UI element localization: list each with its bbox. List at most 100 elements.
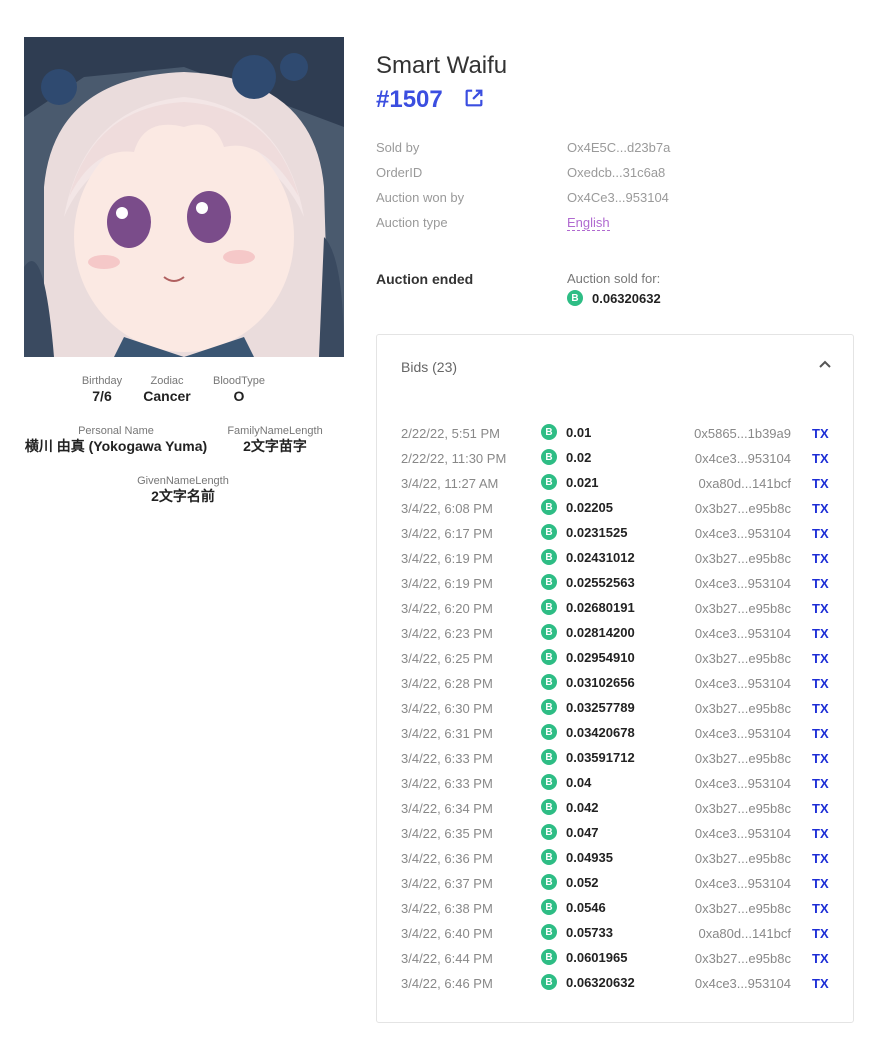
attr-zodiac-label: Zodiac	[150, 375, 184, 387]
attr-blood-type-label: BloodType	[213, 375, 265, 387]
attr-personal-name-label: Personal Name	[78, 425, 154, 437]
nft-name: Smart Waifu	[376, 52, 508, 79]
bid-amount-value: 0.05733	[566, 924, 613, 940]
attr-family-name-length-value: 2文字苗字	[243, 438, 307, 454]
auction-won-by-label: Auction won by	[376, 190, 465, 205]
coin-icon: B	[541, 599, 557, 615]
auction-type-label: Auction type	[376, 215, 448, 230]
sold-for-amount: 0.06320632	[592, 290, 661, 306]
tx-link[interactable]: TX	[812, 651, 829, 666]
tx-link[interactable]: TX	[812, 751, 829, 766]
tx-link[interactable]: TX	[812, 801, 829, 816]
tx-link[interactable]: TX	[812, 501, 829, 516]
bidder-address: 0x4ce3...953104	[694, 726, 791, 741]
bid-row: 3/4/22, 6:34 PM B 0.042 0x3b27...e95b8c TX	[377, 797, 853, 822]
tx-link[interactable]: TX	[812, 426, 829, 441]
nft-portrait-image	[24, 37, 344, 357]
external-link-icon[interactable]	[463, 87, 485, 109]
tx-link[interactable]: TX	[812, 476, 829, 491]
coin-icon: B	[541, 899, 557, 915]
bid-amount: B 0.02552563	[541, 574, 635, 590]
bid-date: 3/4/22, 11:27 AM	[401, 476, 499, 491]
bids-header[interactable]: Bids (23)	[401, 359, 457, 375]
tx-link[interactable]: TX	[812, 451, 829, 466]
bid-amount: B 0.0231525	[541, 524, 627, 540]
bid-date: 2/22/22, 11:30 PM	[401, 451, 507, 466]
coin-icon: B	[541, 799, 557, 815]
bid-amount-value: 0.03591712	[566, 749, 635, 765]
bid-row: 3/4/22, 6:25 PM B 0.02954910 0x3b27...e95b8…	[377, 647, 853, 672]
bidder-address: 0x4ce3...953104	[694, 526, 791, 541]
bid-amount: B 0.03257789	[541, 699, 635, 715]
tx-link[interactable]: TX	[812, 601, 829, 616]
coin-icon: B	[541, 549, 557, 565]
bid-amount: B 0.02954910	[541, 649, 635, 665]
attr-given-name-length: GivenNameLength 2文字名前	[128, 475, 238, 504]
coin-icon: B	[541, 449, 557, 465]
chevron-up-icon[interactable]	[817, 357, 833, 373]
attr-birthday-label: Birthday	[81, 375, 123, 387]
bidder-address: 0x3b27...e95b8c	[694, 751, 791, 766]
bid-amount: B 0.042	[541, 799, 599, 815]
bidder-address: 0x3b27...e95b8c	[694, 901, 791, 916]
bid-date: 3/4/22, 6:36 PM	[401, 851, 493, 866]
coin-icon: B	[541, 699, 557, 715]
bid-row: 2/22/22, 5:51 PM B 0.01 0x5865...1b39a9 TX	[377, 422, 853, 447]
bid-row: 3/4/22, 6:17 PM B 0.0231525 0x4ce3...953104…	[377, 522, 853, 547]
tx-link[interactable]: TX	[812, 926, 829, 941]
sold-by-value: Ox4E5C...d23b7a	[567, 140, 671, 155]
bid-amount: B 0.06320632	[541, 974, 635, 990]
bid-row: 3/4/22, 6:37 PM B 0.052 0x4ce3...953104 TX	[377, 872, 853, 897]
attr-family-name-length-label: FamilyNameLength	[227, 425, 323, 437]
bid-amount-value: 0.03420678	[566, 724, 635, 740]
tx-link[interactable]: TX	[812, 951, 829, 966]
bid-amount: B 0.02	[541, 449, 591, 465]
tx-link[interactable]: TX	[812, 776, 829, 791]
tx-link[interactable]: TX	[812, 626, 829, 641]
bid-amount-value: 0.021	[566, 474, 599, 490]
bidder-address: 0x4ce3...953104	[694, 676, 791, 691]
coin-icon: B	[541, 524, 557, 540]
sold-for-price: B 0.06320632	[567, 290, 661, 306]
auction-won-by-value: Ox4Ce3...953104	[567, 190, 669, 205]
bid-date: 3/4/22, 6:38 PM	[401, 901, 493, 916]
bidder-address: 0x3b27...e95b8c	[694, 551, 791, 566]
bid-row: 2/22/22, 11:30 PM B 0.02 0x4ce3...953104 TX	[377, 447, 853, 472]
sold-by-label: Sold by	[376, 140, 420, 155]
bid-row: 3/4/22, 6:31 PM B 0.03420678 0x4ce3...95310…	[377, 722, 853, 747]
order-id-label: OrderID	[376, 165, 423, 180]
attr-blood-type: BloodType O	[204, 375, 274, 404]
token-id: #1507	[376, 86, 443, 113]
bid-amount-value: 0.02	[566, 449, 592, 465]
bid-amount: B 0.04	[541, 774, 591, 790]
tx-link[interactable]: TX	[812, 676, 829, 691]
auction-type-link[interactable]: English	[567, 215, 610, 231]
bid-row: 3/4/22, 6:33 PM B 0.03591712 0x3b27...e95b8…	[377, 747, 853, 772]
tx-link[interactable]: TX	[812, 576, 829, 591]
bid-date: 3/4/22, 6:34 PM	[401, 801, 493, 816]
bid-amount-value: 0.0546	[566, 899, 606, 915]
attr-zodiac-value: Cancer	[143, 388, 191, 404]
tx-link[interactable]: TX	[812, 701, 829, 716]
bid-amount-value: 0.03257789	[566, 699, 635, 715]
attr-zodiac: Zodiac Cancer	[137, 375, 197, 404]
tx-link[interactable]: TX	[812, 551, 829, 566]
coin-icon: B	[541, 499, 557, 515]
coin-icon: B	[541, 724, 557, 740]
coin-icon: B	[541, 974, 557, 990]
tx-link[interactable]: TX	[812, 726, 829, 741]
tx-link[interactable]: TX	[812, 876, 829, 891]
bidder-address: 0x4ce3...953104	[694, 626, 791, 641]
bid-amount: B 0.02431012	[541, 549, 635, 565]
bid-amount-value: 0.06320632	[566, 974, 635, 990]
tx-link[interactable]: TX	[812, 526, 829, 541]
bid-row: 3/4/22, 6:19 PM B 0.02431012 0x3b27...e95b8…	[377, 547, 853, 572]
tx-link[interactable]: TX	[812, 976, 829, 991]
bid-date: 3/4/22, 6:23 PM	[401, 626, 493, 641]
bid-row: 3/4/22, 6:19 PM B 0.02552563 0x4ce3...95310…	[377, 572, 853, 597]
tx-link[interactable]: TX	[812, 901, 829, 916]
tx-link[interactable]: TX	[812, 826, 829, 841]
coin-icon: B	[541, 674, 557, 690]
tx-link[interactable]: TX	[812, 851, 829, 866]
bid-amount: B 0.03591712	[541, 749, 635, 765]
